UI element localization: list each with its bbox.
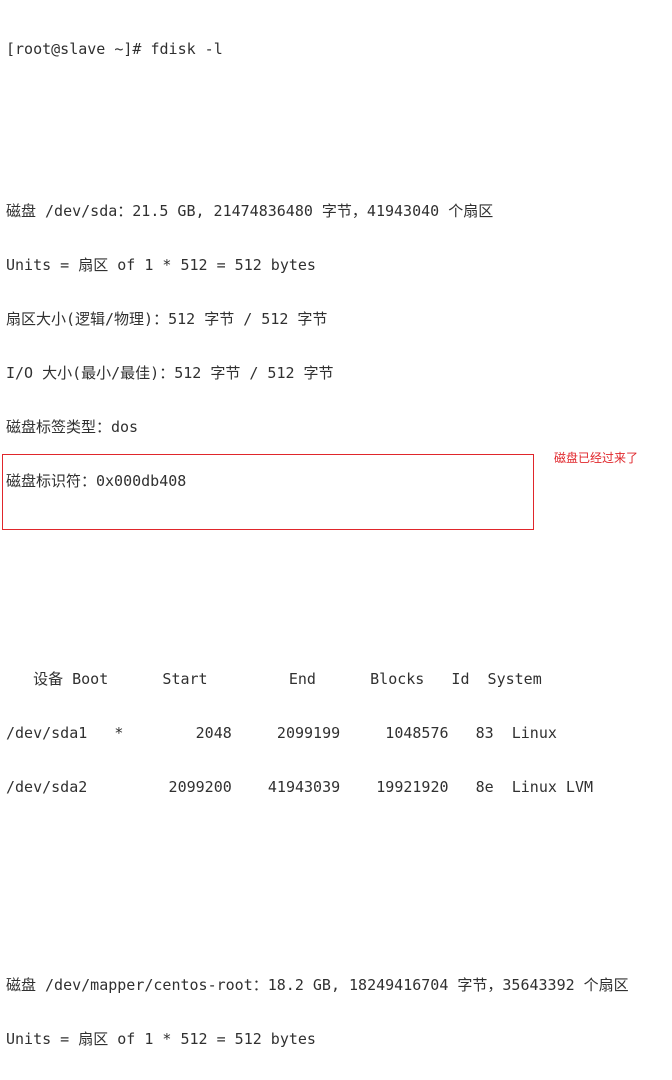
- partition-table-header: 设备 Boot Start End Blocks Id System: [6, 670, 542, 688]
- disk-centos-root-info: 磁盘 /dev/mapper/centos-root：18.2 GB, 1824…: [6, 940, 629, 1080]
- disk-units: Units = 扇区 of 1 * 512 = 512 bytes: [6, 256, 316, 274]
- highlight-box-sdb: [2, 454, 534, 530]
- partition-row: /dev/sda1 * 2048 2099199 1048576 83 Linu…: [6, 724, 557, 742]
- partition-table: 设备 Boot Start End Blocks Id System /dev/…: [6, 634, 629, 832]
- command-prompt: [root@slave ~]# fdisk -l: [6, 40, 223, 58]
- disk-io-size: I/O 大小(最小/最佳)：512 字节 / 512 字节: [6, 364, 334, 382]
- disk-label-type: 磁盘标签类型：dos: [6, 418, 139, 436]
- disk-sector-size: 扇区大小(逻辑/物理)：512 字节 / 512 字节: [6, 310, 328, 328]
- disk-header: 磁盘 /dev/sda：21.5 GB, 21474836480 字节，4194…: [6, 202, 494, 220]
- disk-units: Units = 扇区 of 1 * 512 = 512 bytes: [6, 1030, 316, 1048]
- partition-row: /dev/sda2 2099200 41943039 19921920 8e L…: [6, 778, 593, 796]
- disk-header: 磁盘 /dev/mapper/centos-root：18.2 GB, 1824…: [6, 976, 629, 994]
- terminal-output: [root@slave ~]# fdisk -l 磁盘 /dev/sda：21.…: [6, 4, 629, 1080]
- annotation-label: 磁盘已经过来了: [554, 451, 639, 465]
